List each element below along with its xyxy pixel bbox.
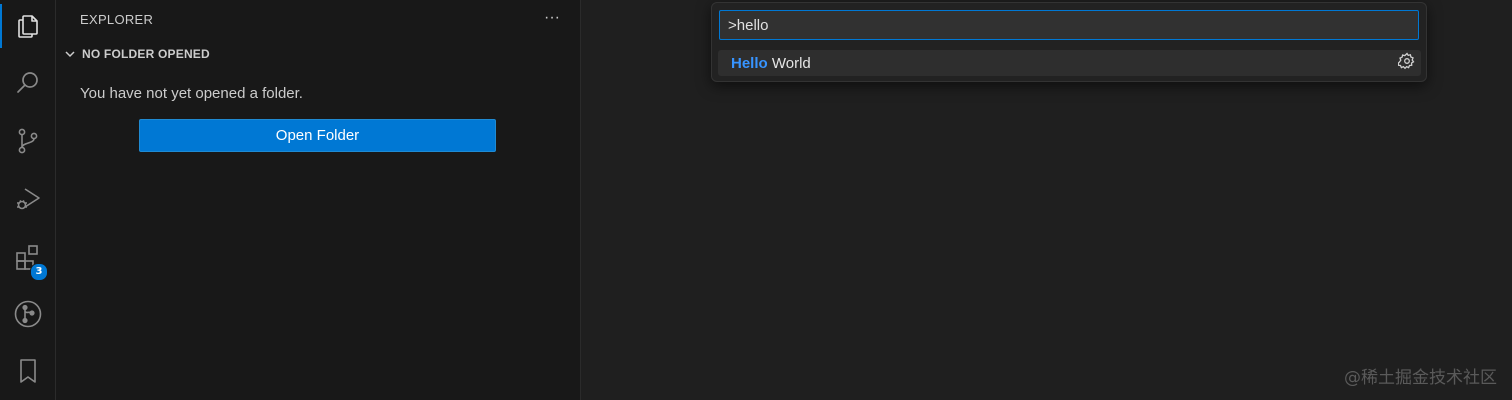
command-result-item[interactable]: Hello World — [718, 50, 1421, 76]
source-control-icon — [14, 127, 42, 155]
activity-bookmarks[interactable] — [0, 347, 56, 395]
gear-icon — [1397, 51, 1416, 75]
chevron-down-icon — [62, 46, 78, 62]
section-header-no-folder[interactable]: NO FOLDER OPENED — [62, 44, 210, 64]
open-folder-button[interactable]: Open Folder — [139, 119, 496, 152]
search-icon — [14, 69, 42, 97]
configure-keybinding-button[interactable] — [1397, 51, 1417, 75]
sidebar-explorer: EXPLORER ··· NO FOLDER OPENED You have n… — [56, 0, 581, 400]
bookmark-icon — [14, 357, 42, 385]
ellipsis-icon: ··· — [544, 9, 560, 26]
activity-bar: 3 — [0, 0, 56, 400]
run-debug-icon — [14, 185, 42, 213]
vscode-window: 3 EXPLORER ··· NO FOLDER OPENED You have… — [0, 0, 1512, 400]
sidebar-title: EXPLORER — [80, 12, 154, 27]
activity-search[interactable] — [0, 59, 56, 107]
git-graph-icon — [13, 299, 43, 329]
activity-explorer[interactable] — [0, 2, 56, 50]
activity-run-debug[interactable] — [0, 175, 56, 223]
watermark: @稀土掘金技术社区 — [1344, 368, 1497, 388]
activity-source-control[interactable] — [0, 117, 56, 165]
command-result-rest: World — [767, 54, 811, 72]
command-result-label: Hello World — [731, 55, 811, 72]
no-folder-message: You have not yet opened a folder. — [80, 85, 303, 102]
activity-git-graph[interactable] — [0, 290, 56, 338]
more-actions-button[interactable]: ··· — [540, 6, 564, 30]
extensions-badge: 3 — [30, 263, 48, 281]
command-palette-input[interactable] — [719, 10, 1419, 40]
activity-extensions[interactable]: 3 — [0, 233, 56, 281]
match-highlight: Hello — [731, 54, 768, 72]
command-palette: Hello World — [711, 2, 1427, 82]
files-icon — [14, 12, 42, 40]
section-title: NO FOLDER OPENED — [82, 47, 210, 61]
